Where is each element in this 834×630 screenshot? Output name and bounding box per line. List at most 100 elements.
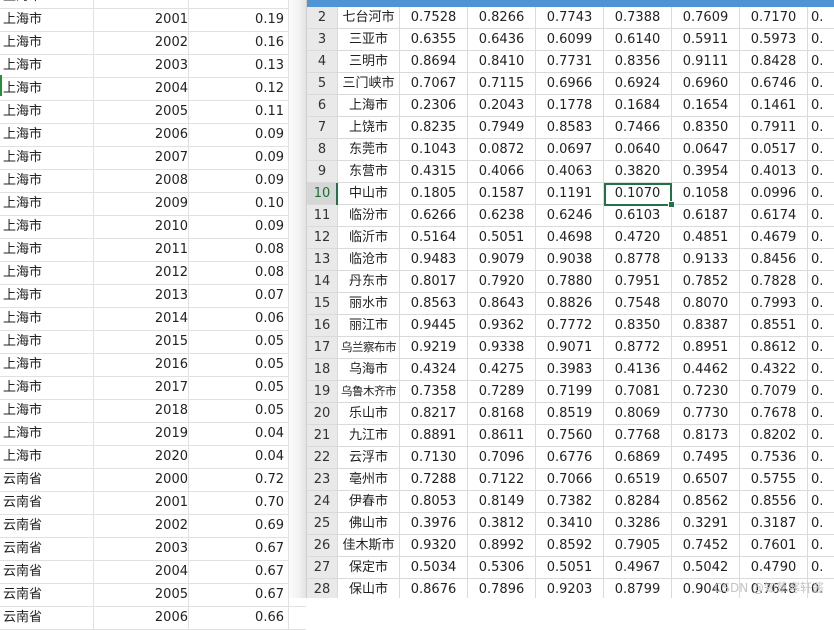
region-cell[interactable]: 上海市 [3,147,93,169]
region-cell[interactable]: 云南省 [3,492,93,514]
value-cell[interactable]: 0.8173 [672,425,740,447]
value-cell[interactable]: 0.7528 [400,7,468,29]
year-cell[interactable]: 2010 [96,216,188,238]
value-cell[interactable]: 0. [808,557,834,579]
value-cell[interactable]: 0.7495 [672,447,740,469]
row-number-header[interactable]: 15 [307,293,338,315]
region-cell[interactable]: 上海市 [3,193,93,215]
row-number-header[interactable]: 2 [307,7,338,29]
value-cell[interactable]: 0. [808,513,834,535]
value-cell[interactable]: 0.4967 [604,557,672,579]
row-number-header[interactable]: 23 [307,469,338,491]
value-cell[interactable]: 0.4063 [536,161,604,183]
value-cell[interactable]: 0.08 [191,239,284,261]
value-cell[interactable]: 0. [808,315,834,337]
city-cell[interactable]: 伊春市 [338,491,400,513]
value-cell[interactable]: 0.8772 [604,337,672,359]
value-cell[interactable]: 0. [808,139,834,161]
year-cell[interactable]: 2001 [96,492,188,514]
value-cell[interactable]: 0.1654 [672,95,740,117]
city-cell[interactable]: 佳木斯市 [338,535,400,557]
city-cell[interactable]: 东营市 [338,161,400,183]
value-cell[interactable]: 0.9079 [468,249,536,271]
value-cell[interactable]: 0.8284 [604,491,672,513]
value-cell[interactable]: 0.8551 [740,315,808,337]
row-number-header[interactable]: 18 [307,359,338,381]
value-cell[interactable]: 0.8350 [604,315,672,337]
value-cell[interactable]: 0.7828 [740,271,808,293]
city-cell[interactable]: 七台河市 [338,7,400,29]
value-cell[interactable]: 0. [808,535,834,557]
value-cell[interactable]: 0.8266 [468,7,536,29]
city-cell[interactable]: 丽江市 [338,315,400,337]
value-cell[interactable]: 0.4790 [740,557,808,579]
value-cell[interactable]: 0.4275 [468,359,536,381]
value-cell[interactable]: 0.8583 [536,117,604,139]
value-cell[interactable]: 0.3410 [536,513,604,535]
row-number-header[interactable]: 24 [307,491,338,513]
value-cell[interactable]: 0.4324 [400,359,468,381]
value-cell[interactable]: 0.8053 [400,491,468,513]
region-cell[interactable]: 云南省 [3,515,93,537]
year-cell[interactable]: 2006 [96,607,188,629]
region-cell[interactable]: 云南省 [3,561,93,583]
value-cell[interactable]: 0.5042 [672,557,740,579]
year-cell[interactable]: 2014 [96,308,188,330]
city-cell[interactable]: 临沂市 [338,227,400,249]
year-cell[interactable]: 2016 [96,354,188,376]
value-cell[interactable]: 0.9338 [468,337,536,359]
value-cell[interactable]: 0.5911 [672,29,740,51]
value-cell[interactable]: 0.3291 [672,513,740,535]
value-cell[interactable]: 0.7880 [536,271,604,293]
city-cell[interactable]: 乌兰察布市 [338,337,400,359]
value-cell[interactable]: 0. [808,205,834,227]
value-cell[interactable]: 0.7911 [740,117,808,139]
value-cell[interactable]: 0.9111 [672,51,740,73]
value-cell[interactable]: 0. [808,7,834,29]
value-cell[interactable]: 0. [808,73,834,95]
value-cell[interactable]: 0.05 [191,400,284,422]
value-cell[interactable]: 0.5306 [468,557,536,579]
row-number-header[interactable]: 20 [307,403,338,425]
value-cell[interactable]: 0.9133 [672,249,740,271]
row-number-header[interactable]: 16 [307,315,338,337]
value-cell[interactable]: 0. [808,491,834,513]
region-cell[interactable]: 上海市 [3,354,93,376]
value-cell[interactable]: 0.7079 [740,381,808,403]
region-cell[interactable]: 云南省 [3,607,93,629]
value-cell[interactable]: 0. [808,469,834,491]
value-cell[interactable]: 0.08 [191,262,284,284]
value-cell[interactable]: 0.3187 [740,513,808,535]
value-cell[interactable]: 0.6140 [604,29,672,51]
value-cell[interactable]: 0.0996 [740,183,808,205]
value-cell[interactable]: 0.8519 [536,403,604,425]
value-cell[interactable]: 0.70 [191,492,284,514]
value-cell[interactable]: 0.6436 [468,29,536,51]
value-cell[interactable]: 0.05 [191,331,284,353]
row-number-header[interactable]: 28 [307,579,338,598]
value-cell[interactable]: 0.9320 [400,535,468,557]
city-cell[interactable]: 三亚市 [338,29,400,51]
value-cell[interactable]: 0.8951 [672,337,740,359]
city-cell[interactable]: 上海市 [338,95,400,117]
value-cell[interactable]: 0.8611 [468,425,536,447]
city-cell[interactable]: 保定市 [338,557,400,579]
value-cell[interactable]: 0. [808,381,834,403]
value-cell[interactable]: 0.09 [191,170,284,192]
row-number-header[interactable]: 17 [307,337,338,359]
value-cell[interactable]: 0.19 [191,9,284,31]
value-cell[interactable]: 0. [808,447,834,469]
value-cell[interactable]: 0.8069 [604,403,672,425]
value-cell[interactable]: 0.3812 [468,513,536,535]
value-cell[interactable]: 0.06 [191,308,284,330]
value-cell[interactable]: 0.7768 [604,425,672,447]
region-cell[interactable]: 上海市 [3,124,93,146]
value-cell[interactable]: 0.7731 [536,51,604,73]
city-cell[interactable]: 临沧市 [338,249,400,271]
value-cell[interactable]: 0.8778 [604,249,672,271]
year-cell[interactable]: 2013 [96,285,188,307]
value-cell[interactable]: 0.7067 [400,73,468,95]
value-cell[interactable]: 0.6960 [672,73,740,95]
row-number-header[interactable]: 21 [307,425,338,447]
value-cell[interactable]: 0.7382 [536,491,604,513]
